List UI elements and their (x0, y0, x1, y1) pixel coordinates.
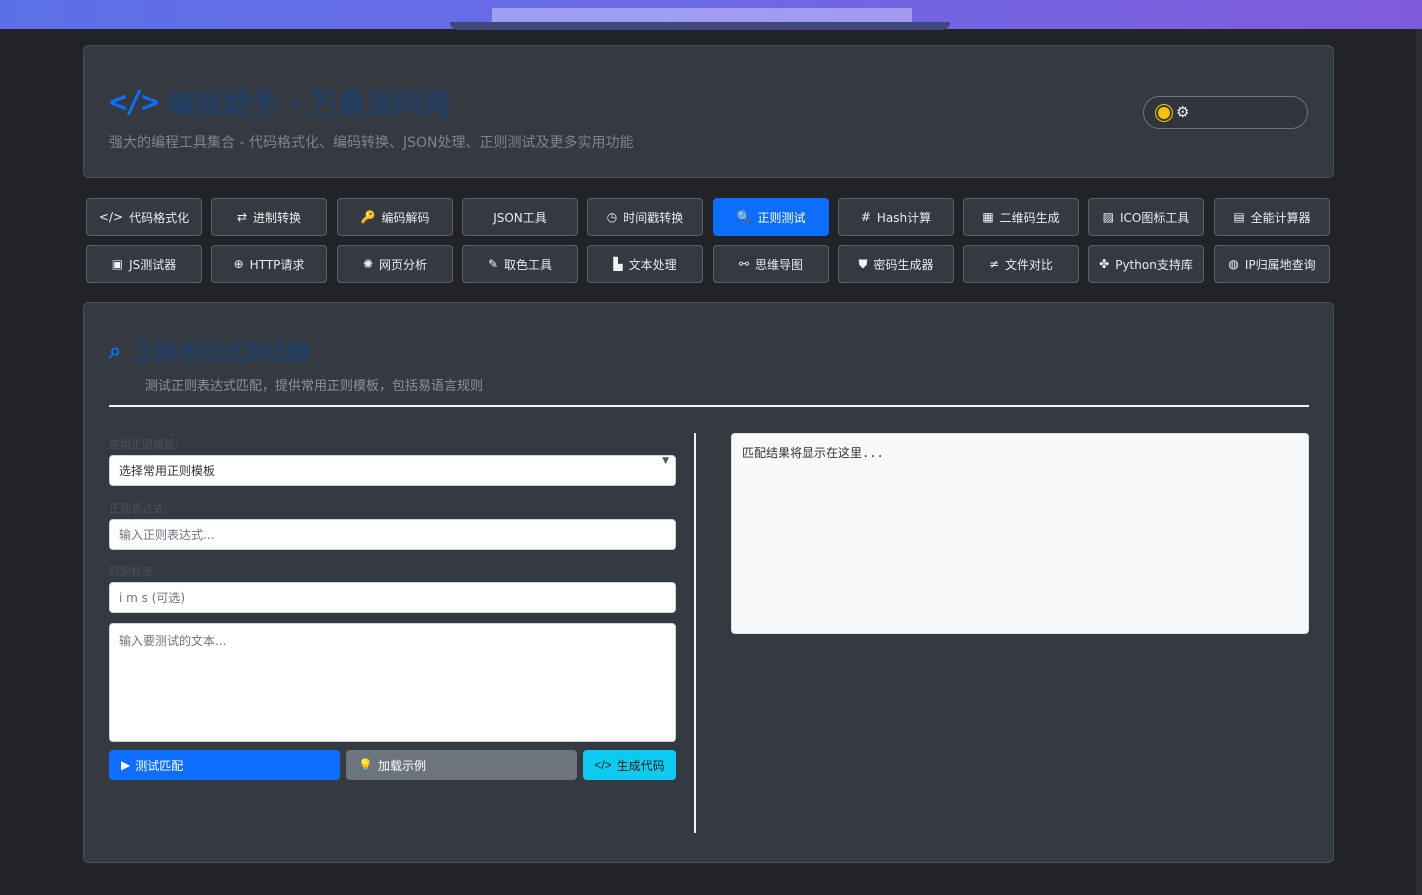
tool-button-qrcode[interactable]: ▦ 二维码生成 (963, 198, 1079, 236)
tool-button-file[interactable]: ▙ 文本处理 (587, 245, 703, 283)
tool-button-label: 思维导图 (755, 257, 804, 272)
tool-button-python[interactable]: ✤ Python支持库 (1088, 245, 1204, 283)
globe-icon: ⊕ (233, 257, 244, 271)
tool-button-label: 文本处理 (628, 257, 677, 272)
tool-button-label: 代码格式化 (129, 210, 190, 225)
banner-tab (450, 22, 950, 30)
result-output[interactable]: 匹配结果将显示在这里... (731, 433, 1309, 634)
tool-button-image[interactable]: ▨ ICO图标工具 (1088, 198, 1204, 236)
test-match-label: 测试匹配 (135, 758, 184, 773)
pattern-input[interactable] (109, 519, 676, 550)
flags-input[interactable] (109, 582, 676, 613)
sitemap-icon: ⚯ (738, 257, 750, 271)
header-card: </> 编程助手 - 万象源码网 强大的编程工具集合 - 代码格式化、编码转换、… (83, 45, 1334, 178)
eyedropper-icon: ✎ (487, 257, 499, 271)
terminal-icon: ▣ (111, 257, 124, 271)
top-banner (0, 0, 1422, 30)
column-separator (694, 433, 696, 833)
not-equal-icon: ≠ (988, 257, 1000, 271)
sun-icon (1158, 106, 1170, 119)
generate-code-button[interactable]: </> 生成代码 (583, 750, 676, 780)
tool-button-label: HTTP请求 (249, 257, 305, 272)
tool-button-label: 全能计算器 (1250, 210, 1311, 225)
python-icon: ✤ (1099, 257, 1110, 271)
qrcode-icon: ▦ (982, 210, 994, 224)
tool-button-calculator[interactable]: ▤ 全能计算器 (1214, 198, 1330, 236)
tool-button-location[interactable]: ◍ IP归属地查询 (1214, 245, 1330, 283)
scrollbar[interactable] (1416, 29, 1422, 895)
load-example-button[interactable]: 💡 加载示例 (346, 750, 577, 780)
bug-icon: ✺ (362, 257, 374, 271)
tool-button-label: 编码解码 (381, 210, 430, 225)
template-select[interactable]: 选择常用正则模板 ▼ (109, 455, 676, 486)
banner-blurred-content (492, 8, 912, 22)
calculator-icon: ▤ (1233, 210, 1245, 224)
tool-button-label: 文件对比 (1005, 257, 1054, 272)
tool-button-label: 密码生成器 (873, 257, 934, 272)
code-icon: </> (594, 758, 612, 772)
tool-button-terminal[interactable]: ▣ JS测试器 (86, 245, 202, 283)
pattern-label: 正则表达式: (109, 502, 168, 515)
tool-button-label: IP归属地查询 (1244, 257, 1316, 272)
tool-button-json[interactable]: JSON工具 (462, 198, 578, 236)
shield-icon: ⛊ (858, 256, 868, 271)
tool-button-label: 正则测试 (757, 210, 806, 225)
tool-button-label: 网页分析 (379, 257, 428, 272)
tool-button-not-equal[interactable]: ≠ 文件对比 (963, 245, 1079, 283)
gear-icon: ⚙ (1176, 103, 1190, 121)
template-label: 常用正则模板: (109, 438, 179, 451)
template-select-value: 选择常用正则模板 (119, 464, 216, 478)
file-icon: ▙ (613, 257, 623, 271)
search-icon: ⌕ (109, 338, 122, 364)
tool-button-label: JS测试器 (129, 257, 177, 272)
tool-button-label: 取色工具 (504, 257, 553, 272)
tool-button-clock[interactable]: ◷ 时间戳转换 (587, 198, 703, 236)
image-icon: ▨ (1102, 210, 1114, 224)
page-title: 编程助手 - 万象源码网 (167, 87, 451, 120)
tool-button-sitemap[interactable]: ⚯ 思维导图 (713, 245, 829, 283)
tool-button-eyedropper[interactable]: ✎ 取色工具 (462, 245, 578, 283)
flags-label: 匹配标志: (109, 565, 157, 578)
tool-button-label: Hash计算 (876, 210, 932, 225)
test-text-input[interactable] (109, 623, 676, 742)
panel-title-text: 正则表达式测试器 (133, 341, 310, 366)
tool-button-label: Python支持库 (1115, 257, 1193, 272)
tool-button-shield[interactable]: ⛊ 密码生成器 (838, 245, 954, 283)
code-icon: </> (109, 84, 159, 120)
theme-toggle[interactable]: ⚙ (1143, 96, 1308, 129)
tool-button-globe[interactable]: ⊕ HTTP请求 (211, 245, 327, 283)
load-example-label: 加载示例 (377, 758, 426, 773)
tool-button-label: 进制转换 (253, 210, 302, 225)
tool-button-label: 二维码生成 (999, 210, 1060, 225)
panel-description: 测试正则表达式匹配，提供常用正则模板，包括易语言规则 (145, 379, 484, 394)
tool-button-swap[interactable]: ⇄ 进制转换 (211, 198, 327, 236)
code-icon: </> (98, 210, 124, 224)
panel-title: ⌕ 正则表达式测试器 (109, 335, 309, 367)
brand: </> 编程助手 - 万象源码网 (109, 82, 450, 122)
divider (109, 405, 1309, 407)
swap-icon: ⇄ (236, 210, 248, 224)
search-icon: 🔍 (736, 210, 752, 224)
tool-button-key[interactable]: 🔑 编码解码 (337, 198, 453, 236)
regex-panel: ⌕ 正则表达式测试器 测试正则表达式匹配，提供常用正则模板，包括易语言规则 常用… (83, 302, 1334, 863)
result-placeholder: 匹配结果将显示在这里... (742, 446, 884, 460)
lightbulb-icon: 💡 (358, 758, 373, 772)
tool-button-label: 时间戳转换 (623, 210, 684, 225)
key-icon: 🔑 (360, 210, 376, 224)
tool-button-code[interactable]: </> 代码格式化 (86, 198, 202, 236)
location-icon: ◍ (1228, 257, 1239, 271)
tool-button-label: JSON工具 (493, 210, 547, 225)
tool-button-bug[interactable]: ✺ 网页分析 (337, 245, 453, 283)
play-icon: ▶ (121, 758, 131, 772)
chevron-down-icon: ▼ (662, 456, 669, 466)
test-match-button[interactable]: ▶ 测试匹配 (109, 750, 340, 780)
tool-button-label: ICO图标工具 (1119, 210, 1190, 225)
tool-button-hash[interactable]: # Hash计算 (838, 198, 954, 236)
tool-button-search[interactable]: 🔍 正则测试 (713, 198, 829, 236)
clock-icon: ◷ (606, 210, 618, 224)
generate-code-label: 生成代码 (616, 758, 665, 773)
hash-icon: # (860, 210, 871, 224)
page-subtitle: 强大的编程工具集合 - 代码格式化、编码转换、JSON处理、正则测试及更多实用功… (109, 135, 634, 151)
